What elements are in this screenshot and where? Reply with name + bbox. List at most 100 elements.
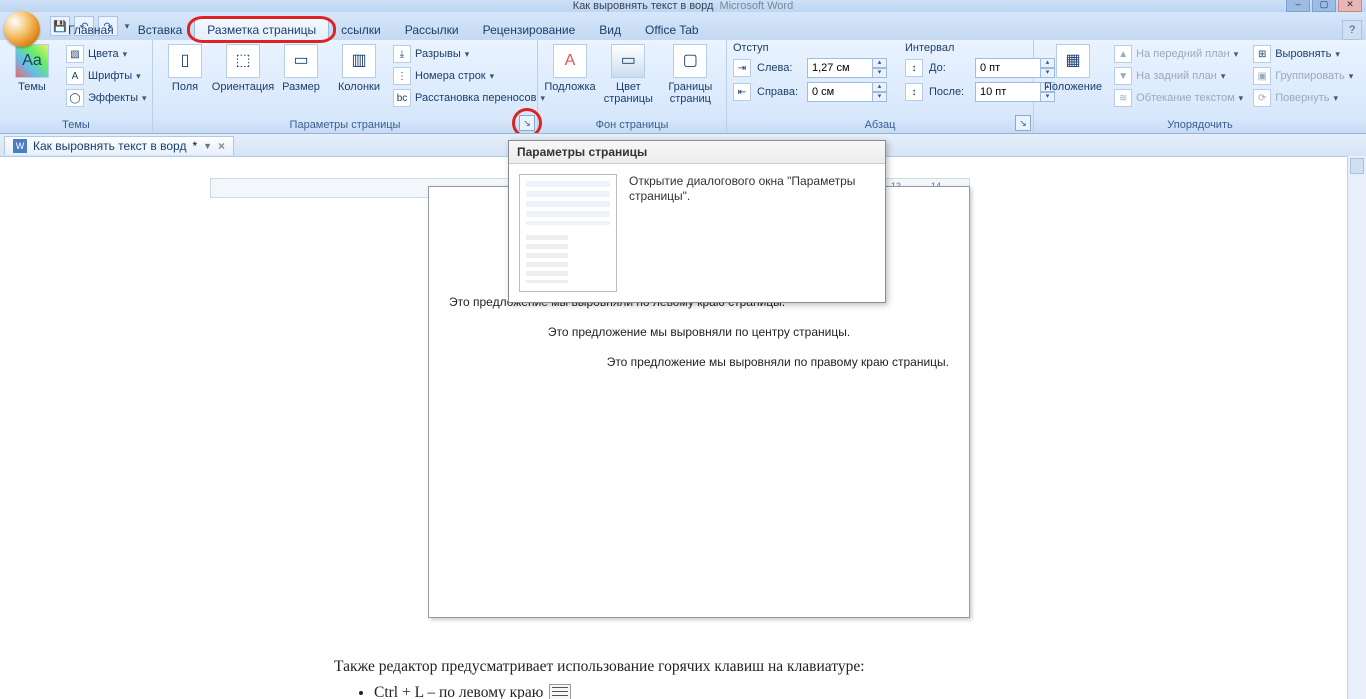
group-paragraph: Отступ ⇥ Слева: ▴▾ ⇤ Справа: ▴▾ Интервал… (727, 40, 1034, 133)
tooltip-title: Параметры страницы (509, 141, 885, 164)
word-doc-icon: W (13, 139, 27, 153)
spin-up[interactable]: ▴ (873, 58, 887, 68)
align-icon: ⊞ (1253, 45, 1271, 63)
document-modified-indicator: * (192, 139, 197, 153)
spin-up[interactable]: ▴ (873, 82, 887, 92)
spacing-after-field[interactable]: ↕ После: ▴▾ (905, 82, 1055, 102)
tab-insert[interactable]: Вставка (126, 19, 195, 40)
position-button[interactable]: ▦Положение (1040, 42, 1106, 93)
watermark-button[interactable]: AПодложка (544, 42, 596, 93)
align-button[interactable]: ⊞Выровнять (1251, 44, 1355, 64)
group-objects-button[interactable]: ▣Группировать (1251, 66, 1355, 86)
chevron-down-icon[interactable]: ▼ (203, 141, 212, 151)
bring-front-button[interactable]: ▲На передний план (1112, 44, 1245, 64)
article-intro: Также редактор предусматривает использов… (334, 656, 1034, 678)
hyphenation-button[interactable]: bcРасстановка переносов (391, 88, 547, 108)
spin-down[interactable]: ▾ (873, 92, 887, 102)
spacing-before-icon: ↕ (905, 59, 923, 77)
indent-right-icon: ⇤ (733, 83, 751, 101)
spin-down[interactable]: ▾ (873, 68, 887, 78)
spacing-before-field[interactable]: ↕ До: ▴▾ (905, 58, 1055, 78)
hyphenation-icon: bc (393, 89, 411, 107)
article-body: Также редактор предусматривает использов… (334, 652, 1034, 699)
size-icon: ▭ (284, 44, 318, 78)
page-setup-launcher[interactable]: ↘ (519, 115, 535, 131)
indent-left-icon: ⇥ (733, 59, 751, 77)
colors-button[interactable]: ▧Цвета (64, 44, 149, 64)
tab-page-layout[interactable]: Разметка страницы (194, 18, 329, 40)
columns-button[interactable]: ▥Колонки (333, 42, 385, 93)
tab-view[interactable]: Вид (587, 19, 633, 40)
tab-references[interactable]: ссылки (329, 19, 393, 40)
tab-mailings[interactable]: Рассылки (393, 19, 471, 40)
hotkey-list: Ctrl + L – по левому краю Ctrl + E – по … (374, 684, 1034, 699)
tab-home[interactable]: Главная (56, 19, 126, 40)
watermark-icon: A (553, 44, 587, 78)
themes-icon: Aa (15, 44, 49, 78)
document-tab-close[interactable]: × (218, 139, 225, 153)
page-setup-tooltip: Параметры страницы Открытие диалогового … (508, 140, 886, 303)
themes-label: Темы (18, 81, 46, 93)
page-borders-button[interactable]: ▢Границы страниц (661, 42, 720, 105)
tooltip-text: Открытие диалогового окна "Параметры стр… (629, 174, 875, 292)
line-numbers-icon: ⋮ (393, 67, 411, 85)
ribbon: Aa Темы ▧Цвета AШрифты ◯Эффекты Темы ▯По… (0, 40, 1366, 134)
vertical-scrollbar[interactable] (1347, 156, 1366, 699)
window-close[interactable]: ✕ (1338, 0, 1362, 12)
themes-button[interactable]: Aa Темы (6, 42, 58, 93)
line-numbers-button[interactable]: ⋮Номера строк (391, 66, 547, 86)
office-orb-button[interactable] (4, 11, 40, 47)
indent-right-field[interactable]: ⇤ Справа: ▴▾ (733, 82, 887, 102)
help-icon[interactable]: ? (1342, 20, 1362, 40)
text-wrap-icon: ≋ (1114, 89, 1132, 107)
effects-icon: ◯ (66, 89, 84, 107)
margins-button[interactable]: ▯Поля (159, 42, 211, 93)
window-maximize[interactable]: ▢ (1312, 0, 1336, 12)
size-button[interactable]: ▭Размер (275, 42, 327, 93)
orientation-button[interactable]: ⬚Ориентация (217, 42, 269, 93)
group-page-setup: ▯Поля ⬚Ориентация ▭Размер ▥Колонки ⤓Разр… (153, 40, 538, 133)
indent-header: Отступ (733, 42, 887, 54)
document-tab-label: Как выровнять текст в ворд (33, 139, 186, 153)
document-tab[interactable]: W Как выровнять текст в ворд * ▼ × (4, 136, 234, 155)
page-color-button[interactable]: ▭Цвет страницы (602, 42, 655, 105)
scroll-up-button[interactable] (1350, 158, 1364, 174)
page-borders-icon: ▢ (673, 44, 707, 78)
spacing-after-input[interactable] (975, 82, 1041, 102)
columns-icon: ▥ (342, 44, 376, 78)
rotate-button[interactable]: ⟳Повернуть (1251, 88, 1355, 108)
indent-right-input[interactable] (807, 82, 873, 102)
send-back-button[interactable]: ▼На задний план (1112, 66, 1245, 86)
breaks-button[interactable]: ⤓Разрывы (391, 44, 547, 64)
ribbon-tabs: Главная Вставка Разметка страницы ссылки… (0, 12, 1366, 40)
fonts-button[interactable]: AШрифты (64, 66, 149, 86)
colors-icon: ▧ (66, 45, 84, 63)
breaks-icon: ⤓ (393, 45, 411, 63)
group-themes: Aa Темы ▧Цвета AШрифты ◯Эффекты Темы (0, 40, 153, 133)
group-page-setup-label: Параметры страницы (159, 118, 531, 133)
title-bar: Как выровнять текст в ворд Microsoft Wor… (0, 0, 1366, 12)
indent-left-field[interactable]: ⇥ Слева: ▴▾ (733, 58, 887, 78)
tooltip-thumbnail (519, 174, 617, 292)
sample-line-right: Это предложение мы выровняли по правому … (409, 355, 949, 369)
window-title-app: Microsoft Word (719, 0, 793, 12)
rotate-icon: ⟳ (1253, 89, 1271, 107)
group-page-background: AПодложка ▭Цвет страницы ▢Границы страни… (538, 40, 727, 133)
group-icon: ▣ (1253, 67, 1271, 85)
group-page-bg-label: Фон страницы (544, 118, 720, 133)
text-wrap-button[interactable]: ≋Обтекание текстом (1112, 88, 1245, 108)
group-arrange-label: Упорядочить (1040, 118, 1360, 133)
position-icon: ▦ (1056, 44, 1090, 78)
indent-left-input[interactable] (807, 58, 873, 78)
paragraph-launcher[interactable]: ↘ (1015, 115, 1031, 131)
window-minimize[interactable]: – (1286, 0, 1310, 12)
page-color-icon: ▭ (611, 44, 645, 78)
tab-office-tab[interactable]: Office Tab (633, 19, 711, 40)
orientation-icon: ⬚ (226, 44, 260, 78)
sample-line-center: Это предложение мы выровняли по центру с… (429, 325, 969, 339)
effects-button[interactable]: ◯Эффекты (64, 88, 149, 108)
tab-review[interactable]: Рецензирование (471, 19, 588, 40)
bring-front-icon: ▲ (1114, 45, 1132, 63)
margins-icon: ▯ (168, 44, 202, 78)
spacing-before-input[interactable] (975, 58, 1041, 78)
